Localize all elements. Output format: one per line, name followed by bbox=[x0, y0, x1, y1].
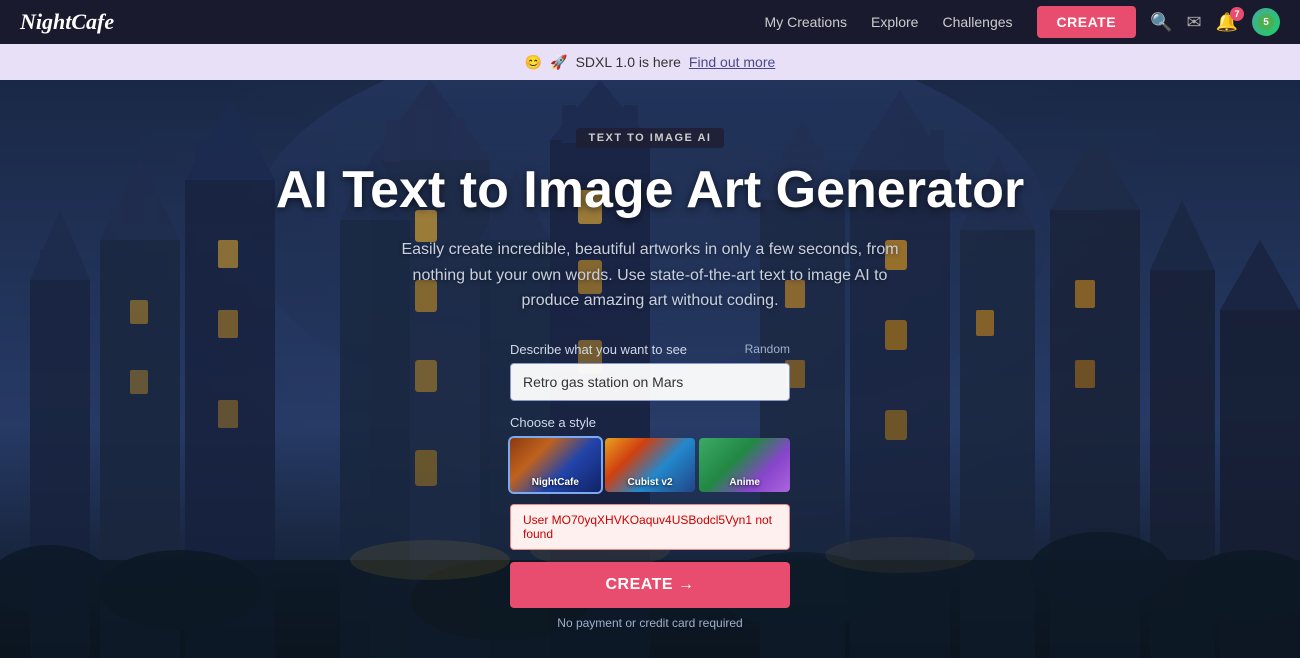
no-payment-text: No payment or credit card required bbox=[510, 616, 790, 630]
avatar[interactable]: 5 bbox=[1252, 8, 1280, 36]
prompt-input[interactable] bbox=[510, 363, 790, 401]
nav-create-button[interactable]: CREATE bbox=[1037, 6, 1137, 38]
bell-icon[interactable]: 🔔 7 bbox=[1216, 12, 1238, 33]
style-options: NightCafe Cubist v2 Anime bbox=[510, 438, 790, 492]
style-label: Choose a style bbox=[510, 415, 790, 430]
style-option-anime[interactable]: Anime bbox=[699, 438, 790, 492]
nav-icons: 🔍 ✉ 🔔 7 5 bbox=[1150, 8, 1280, 36]
announcement-text: SDXL 1.0 is here bbox=[576, 54, 681, 70]
describe-label: Describe what you want to see bbox=[510, 342, 687, 357]
logo: NightCafe bbox=[20, 9, 765, 35]
announcement-link[interactable]: Find out more bbox=[689, 54, 775, 70]
announcement-bar: 😊 🚀 SDXL 1.0 is here Find out more bbox=[0, 44, 1300, 80]
error-message: User MO70yqXHVKOaquv4USBodcl5Vyn1 not fo… bbox=[510, 504, 790, 550]
challenges-link[interactable]: Challenges bbox=[942, 14, 1012, 30]
style-nightcafe-label: NightCafe bbox=[510, 477, 601, 488]
style-cubist-label: Cubist v2 bbox=[605, 477, 696, 488]
tag-badge: TEXT TO IMAGE AI bbox=[576, 128, 723, 148]
announcement-emoji2: 🚀 bbox=[550, 54, 567, 71]
hero-section: TEXT TO IMAGE AI AI Text to Image Art Ge… bbox=[0, 80, 1300, 658]
form-label-row: Describe what you want to see Random bbox=[510, 342, 790, 357]
create-button[interactable]: CREATE → bbox=[510, 562, 790, 608]
hero-content: TEXT TO IMAGE AI AI Text to Image Art Ge… bbox=[0, 80, 1300, 658]
search-icon[interactable]: 🔍 bbox=[1150, 12, 1172, 33]
nav-links: My Creations Explore Challenges CREATE bbox=[765, 6, 1137, 38]
navbar: NightCafe My Creations Explore Challenge… bbox=[0, 0, 1300, 44]
style-anime-label: Anime bbox=[699, 477, 790, 488]
hero-subtitle: Easily create incredible, beautiful artw… bbox=[390, 237, 910, 314]
random-button[interactable]: Random bbox=[745, 342, 790, 356]
hero-title: AI Text to Image Art Generator bbox=[276, 162, 1024, 219]
bell-badge: 7 bbox=[1230, 7, 1244, 21]
create-form: Describe what you want to see Random Cho… bbox=[510, 342, 790, 630]
style-option-nightcafe[interactable]: NightCafe bbox=[510, 438, 601, 492]
explore-link[interactable]: Explore bbox=[871, 14, 918, 30]
profile-badge: 5 bbox=[1258, 14, 1274, 30]
style-option-cubist[interactable]: Cubist v2 bbox=[605, 438, 696, 492]
mail-icon[interactable]: ✉ bbox=[1186, 12, 1201, 33]
my-creations-link[interactable]: My Creations bbox=[765, 14, 847, 30]
announcement-emoji1: 😊 bbox=[525, 54, 542, 71]
